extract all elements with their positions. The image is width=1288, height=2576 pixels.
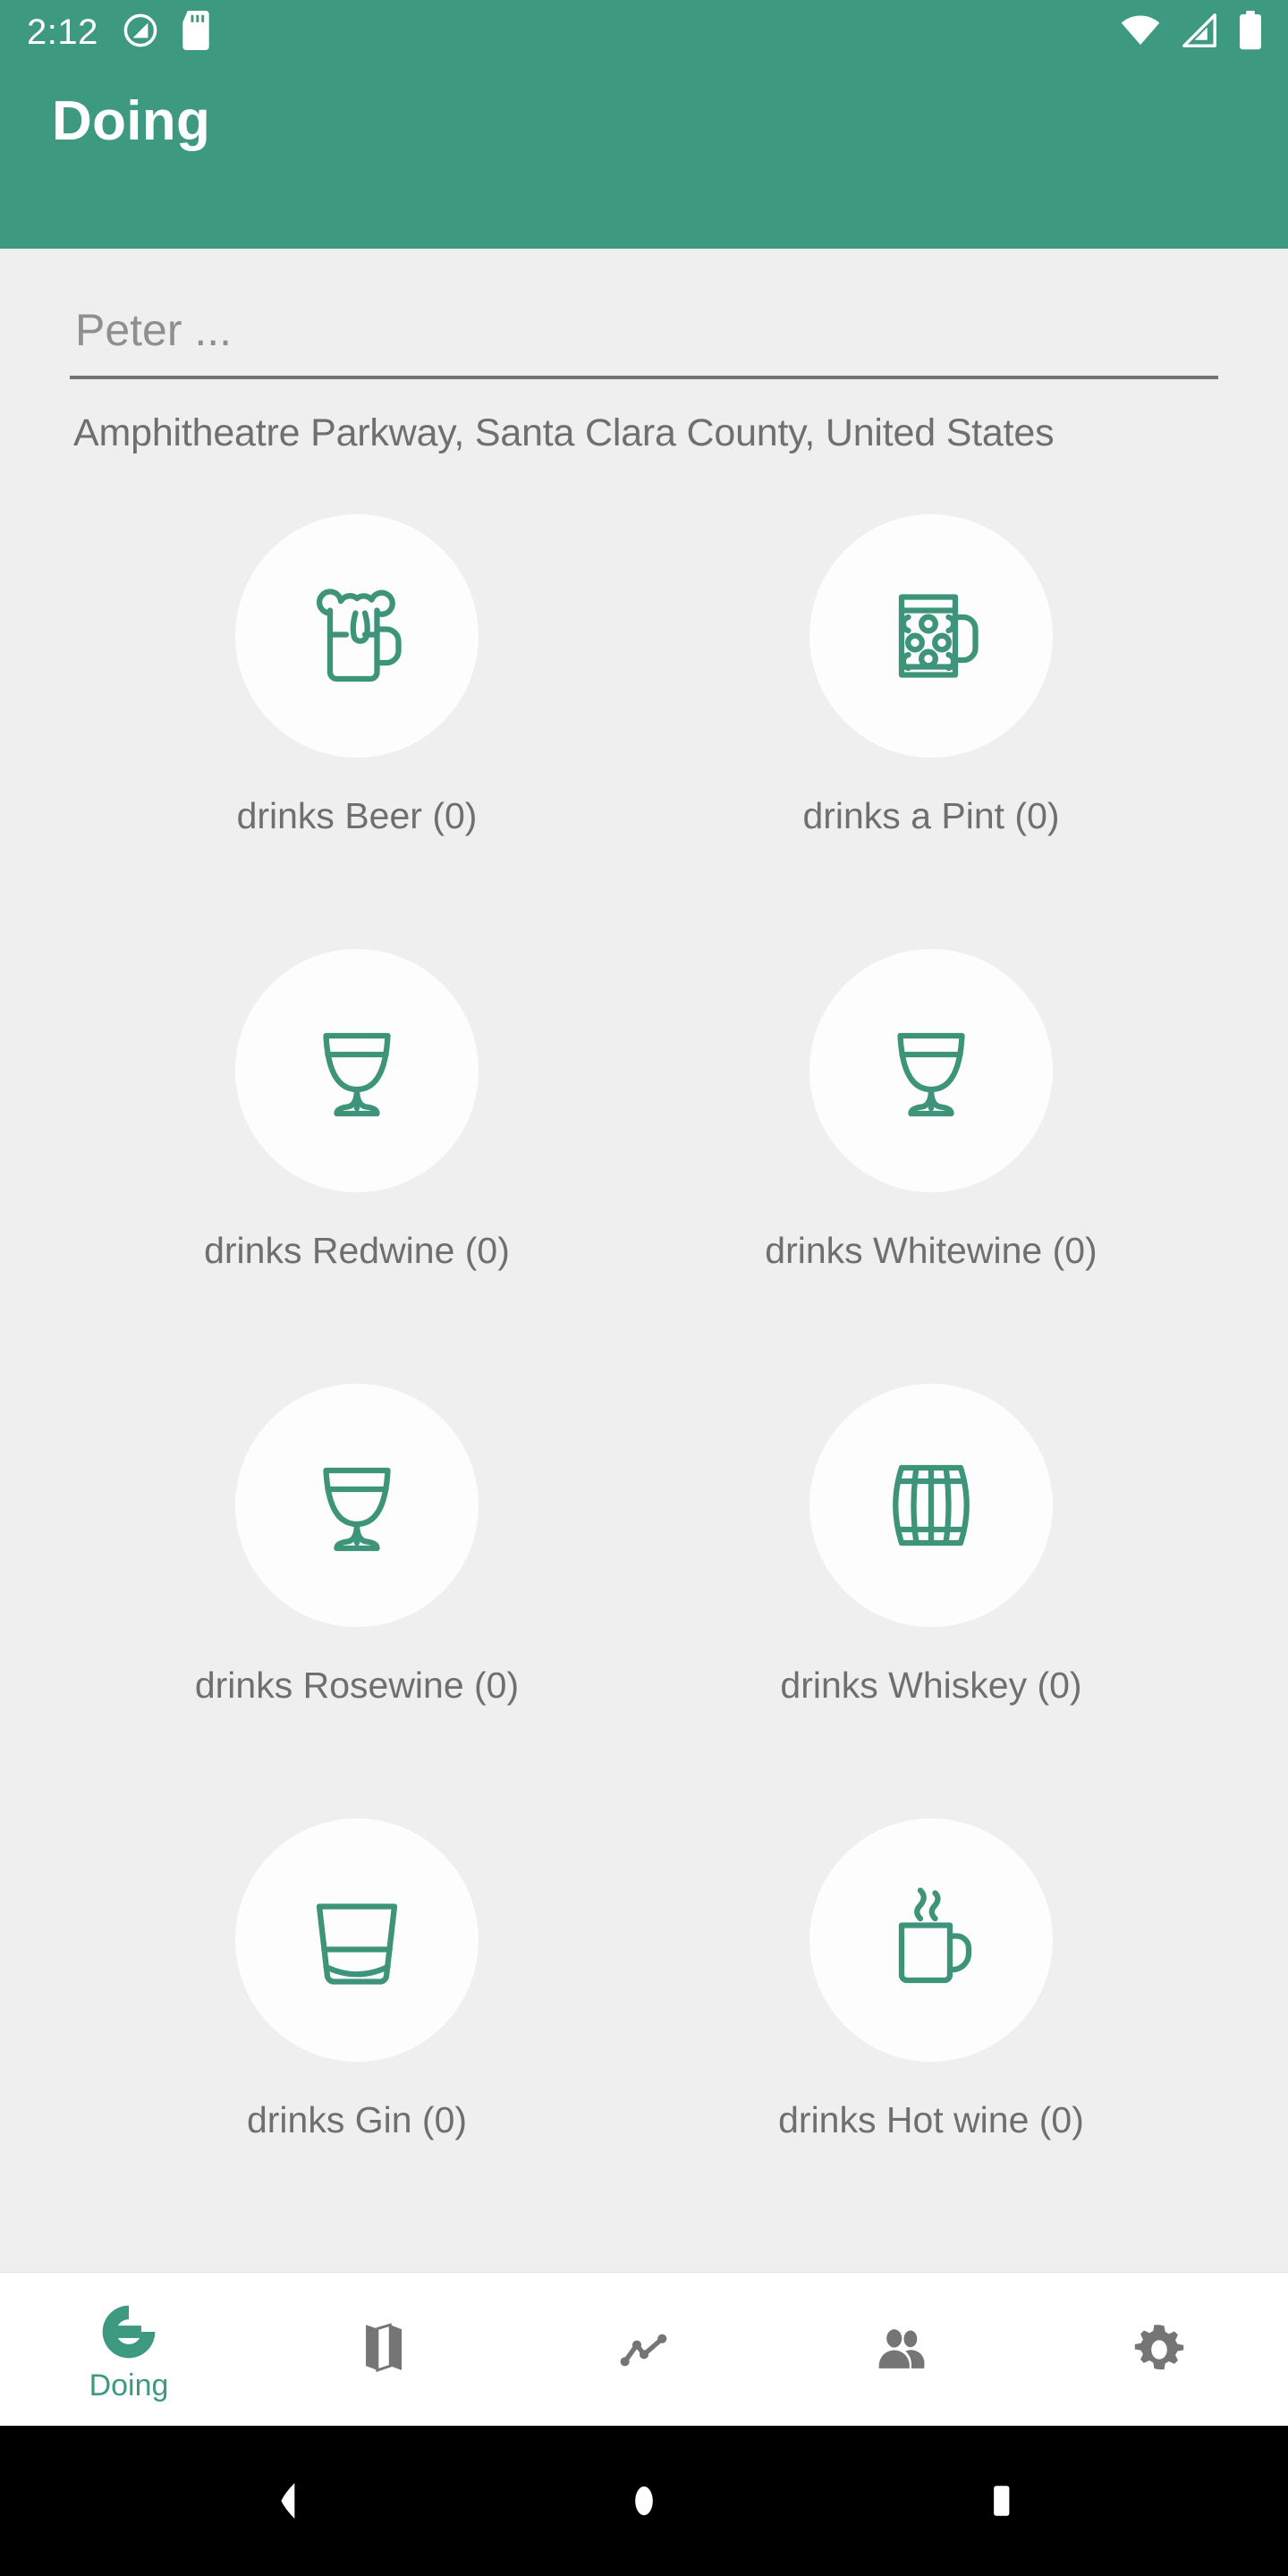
status-clock: 2:12 [27, 13, 98, 52]
wine-glass-icon [864, 1004, 998, 1138]
drink-grid: drinks Beer (0) drinks a Pint (0) drinks… [70, 495, 1218, 2233]
page-title: Doing [52, 90, 211, 152]
cellular-signal-icon [1181, 13, 1218, 53]
drink-label: drinks a Pint (0) [802, 795, 1060, 836]
nav-label-doing: Doing [89, 2368, 169, 2402]
status-bar: 2:12 [0, 0, 1288, 64]
drink-label: drinks Redwine (0) [204, 1230, 510, 1271]
drink-icon-circle [235, 949, 479, 1192]
tumbler-glass-icon [290, 1873, 424, 2007]
name-input[interactable] [70, 304, 1218, 356]
battery-icon [1238, 10, 1263, 55]
drink-icon-circle [235, 1818, 479, 2062]
nav-item-settings[interactable] [1030, 2273, 1288, 2426]
drink-label: drinks Gin (0) [246, 2099, 468, 2140]
address-label: Amphitheatre Parkway, Santa Clara County… [73, 411, 1055, 454]
drink-tile-beer[interactable]: drinks Beer (0) [70, 495, 644, 929]
drink-tile-whitewine[interactable]: drinks Whitewine (0) [644, 929, 1218, 1364]
drink-label: drinks Hot wine (0) [778, 2099, 1084, 2140]
wine-glass-icon [290, 1004, 424, 1138]
app-bar: Doing [0, 64, 1288, 249]
home-circle-icon[interactable] [564, 2426, 724, 2576]
drink-label: drinks Beer (0) [236, 795, 478, 836]
status-left-icons [122, 10, 213, 55]
bottom-navigation: Doing [0, 2272, 1288, 2426]
drink-label: drinks Whiskey (0) [780, 1665, 1082, 1706]
drink-tile-rosewine[interactable]: drinks Rosewine (0) [70, 1364, 644, 1799]
drink-tile-hotwine[interactable]: drinks Hot wine (0) [644, 1799, 1218, 2233]
map-icon [358, 2317, 415, 2383]
drink-icon-circle [235, 1384, 479, 1627]
drink-icon-circle [809, 949, 1053, 1192]
nav-item-map[interactable] [258, 2273, 515, 2426]
app-root: 2:12 Doing Peter ... Amphitheatre Parkwa… [0, 0, 1288, 2576]
drink-icon-circle [809, 514, 1053, 758]
nav-item-timeline[interactable] [515, 2273, 773, 2426]
timeline-chart-icon [615, 2317, 673, 2383]
gear-icon [1130, 2317, 1189, 2383]
drink-icon-circle [809, 1384, 1053, 1627]
drink-icon-circle [809, 1818, 1053, 2062]
drink-label: drinks Rosewine (0) [194, 1665, 520, 1706]
dimpled-pint-mug-icon [864, 569, 998, 703]
nav-item-people[interactable] [773, 2273, 1030, 2426]
drink-tile-whiskey[interactable]: drinks Whiskey (0) [644, 1364, 1218, 1799]
wifi-icon [1120, 13, 1161, 53]
barrel-icon [864, 1438, 998, 1572]
doing-logo-icon [98, 2299, 159, 2365]
main-content: Amphitheatre Parkway, Santa Clara County… [0, 249, 1288, 2272]
drink-tile-redwine[interactable]: drinks Redwine (0) [70, 929, 644, 1364]
drink-icon-circle [235, 514, 479, 758]
drink-label: drinks Whitewine (0) [765, 1230, 1097, 1271]
android-system-nav [0, 2426, 1288, 2576]
beer-mug-foam-icon [290, 569, 424, 703]
drink-tile-gin[interactable]: drinks Gin (0) [70, 1799, 644, 2233]
wine-glass-icon [290, 1438, 424, 1572]
name-field-wrapper [70, 304, 1218, 379]
steaming-mug-icon [864, 1873, 998, 2007]
status-right-icons [1120, 10, 1263, 55]
recents-square-icon[interactable] [921, 2426, 1082, 2576]
back-triangle-icon[interactable] [206, 2426, 367, 2576]
sd-card-icon [179, 10, 213, 55]
nav-item-doing[interactable]: Doing [0, 2273, 258, 2426]
drink-tile-pint[interactable]: drinks a Pint (0) [644, 495, 1218, 929]
do-not-disturb-icon [122, 12, 159, 54]
people-icon [872, 2317, 931, 2383]
